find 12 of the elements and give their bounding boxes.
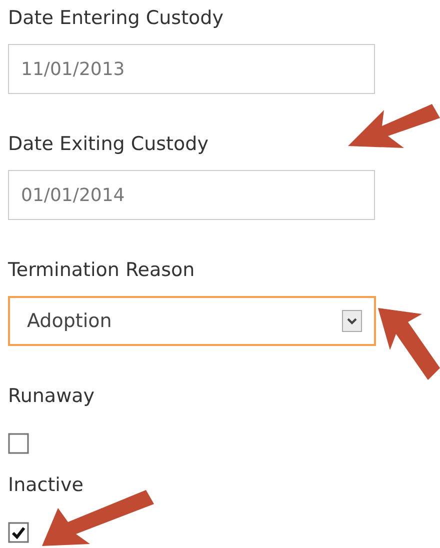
dropdown-field[interactable]: Adoption [8, 296, 376, 346]
field-label: Date Entering Custody [8, 6, 224, 31]
date-field[interactable]: 11/01/2013 [8, 44, 375, 94]
checkbox[interactable] [8, 433, 29, 454]
field-label: Date Exiting Custody [8, 132, 208, 157]
date-field[interactable]: 01/01/2014 [8, 170, 375, 220]
checkbox-label: Runaway [8, 384, 95, 409]
checkbox[interactable] [8, 522, 29, 543]
annotation-arrow [378, 308, 440, 380]
field-label: Termination Reason [8, 258, 195, 283]
chevron-down-icon [342, 310, 362, 332]
checkbox-label: Inactive [8, 473, 84, 498]
